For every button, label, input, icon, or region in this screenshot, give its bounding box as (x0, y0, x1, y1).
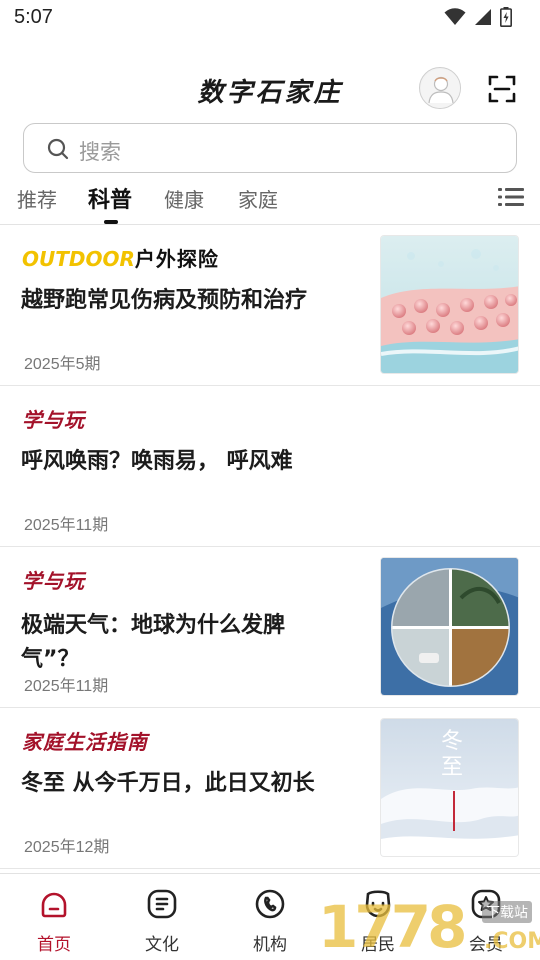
user-avatar-icon[interactable] (419, 67, 461, 109)
home-icon (41, 892, 67, 918)
signal-icon (475, 9, 491, 25)
column-brand: OUTDOOR (22, 247, 135, 271)
category-tabs: 推荐 科普 健康 家庭 (0, 178, 540, 224)
column-tag: 学与玩 (22, 569, 85, 593)
article-item[interactable]: 学与玩 极端天气：地球为什么发脾气”？ 2025年11期 (0, 547, 540, 708)
search-icon (47, 138, 69, 160)
scan-icon[interactable] (487, 74, 517, 104)
article-title: 极端天气：地球为什么发脾气”？ (21, 613, 286, 672)
article-issue: 2025年5期 (24, 356, 101, 373)
thumbnail-caption: 冬至 (440, 729, 463, 780)
battery-icon (500, 7, 512, 27)
bottom-nav: 首页 文化 机构 居民 会员 (0, 873, 540, 960)
status-time: 5:07 (14, 6, 53, 28)
nav-culture[interactable]: 文化 (108, 874, 216, 960)
article-title: 呼风唤雨？唤雨易， 呼风难 (21, 449, 293, 474)
tab-recommend[interactable]: 推荐 (17, 184, 57, 213)
tab-science[interactable]: 科普 (88, 182, 132, 214)
resident-icon (365, 890, 391, 918)
article-title: 冬至 从今千万日，此日又初长 (21, 771, 315, 796)
nav-organization[interactable]: 机构 (216, 874, 324, 960)
organization-icon (255, 889, 285, 919)
article-item[interactable]: 家庭生活指南 冬至 从今千万日，此日又初长 2025年12期 冬至 (0, 708, 540, 869)
tab-health[interactable]: 健康 (164, 184, 204, 213)
status-bar: 5:07 (0, 0, 540, 36)
article-issue: 2025年12期 (24, 839, 110, 856)
article-thumbnail: 冬至 (380, 718, 519, 857)
column-tag: 家庭生活指南 (22, 730, 148, 754)
column-name: 户外探险 (134, 247, 219, 271)
article-issue: 2025年11期 (24, 517, 109, 534)
member-icon (471, 889, 501, 919)
article-thumbnail (380, 235, 519, 374)
nav-label: 机构 (253, 935, 287, 955)
nav-label: 居民 (361, 935, 395, 955)
article-title: 越野跑常见伤病及预防和治疗 (21, 288, 308, 313)
search-input[interactable]: 搜索 (23, 123, 517, 173)
tab-family[interactable]: 家庭 (238, 184, 278, 213)
nav-member[interactable]: 会员 (432, 874, 540, 960)
article-issue: 2025年11期 (24, 678, 109, 695)
column-tag: 学与玩 (22, 408, 85, 432)
nav-label: 文化 (145, 935, 179, 955)
nav-home[interactable]: 首页 (0, 874, 108, 960)
list-menu-icon[interactable] (498, 186, 524, 208)
wifi-icon (444, 8, 466, 25)
article-thumbnail (380, 557, 519, 696)
nav-label: 会员 (469, 935, 503, 955)
culture-icon (147, 889, 177, 919)
nav-label: 首页 (37, 935, 71, 955)
column-tag: OUTDOOR户外探险 (22, 243, 219, 272)
app-header: 数字石家庄 (0, 60, 540, 116)
status-icons (444, 7, 512, 27)
search-placeholder: 搜索 (79, 140, 121, 164)
article-item[interactable]: 学与玩 呼风唤雨？唤雨易， 呼风难 2025年11期 (0, 386, 540, 547)
article-item[interactable]: OUTDOOR户外探险 越野跑常见伤病及预防和治疗 2025年5期 (0, 225, 540, 386)
nav-resident[interactable]: 居民 (324, 874, 432, 960)
